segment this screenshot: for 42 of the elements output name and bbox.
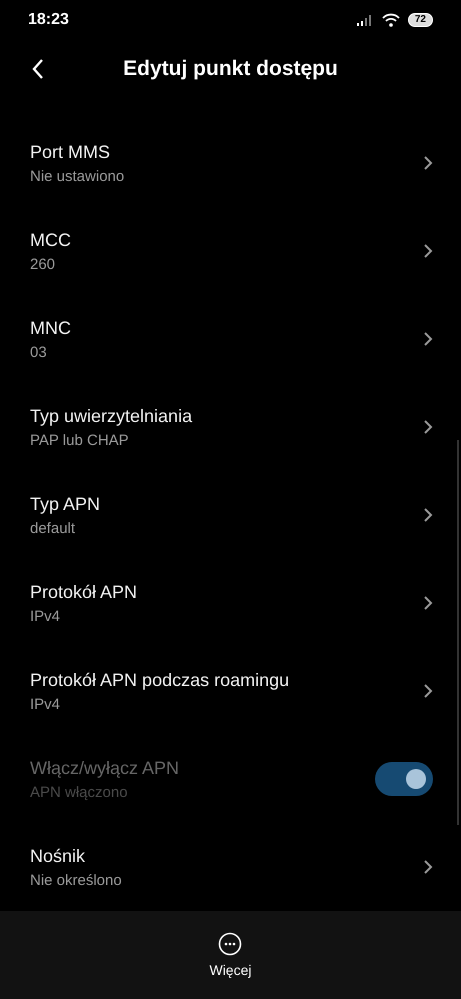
- settings-row[interactable]: Port MMS Nie ustawiono: [0, 119, 461, 208]
- chevron-icon: [423, 507, 433, 524]
- item-title: Włącz/wyłącz APN: [30, 758, 180, 779]
- item-title: MCC: [30, 230, 71, 251]
- page-title: Edytuj punkt dostępu: [123, 56, 338, 81]
- chevron-icon: [423, 419, 433, 436]
- item-title: Typ APN: [30, 494, 100, 515]
- item-value: Nie ustawiono: [30, 168, 124, 185]
- chevron-icon: [423, 595, 433, 612]
- settings-row[interactable]: Protokół APN IPv4: [0, 559, 461, 648]
- settings-row[interactable]: Typ APN default: [0, 471, 461, 560]
- item-value: PAP lub CHAP: [30, 432, 130, 449]
- item-value: 260: [30, 256, 56, 273]
- settings-row[interactable]: Typ uwierzytelniania PAP lub CHAP: [0, 383, 461, 472]
- chevron-icon: [423, 683, 433, 700]
- chevron-icon: [423, 243, 433, 260]
- chevron-icon: [423, 155, 433, 172]
- item-title: MNC: [30, 318, 71, 339]
- item-value: IPv4: [30, 608, 62, 625]
- item-value: 03: [30, 344, 48, 361]
- wifi-icon: [382, 12, 400, 27]
- item-value: default: [30, 520, 76, 537]
- back-icon[interactable]: [31, 58, 45, 80]
- item-title: Nośnik: [30, 846, 86, 867]
- more-icon: [218, 932, 242, 956]
- item-value: Nie określono: [30, 872, 122, 889]
- item-title: Port MMS: [30, 142, 112, 163]
- signal-icon: [356, 14, 374, 26]
- item-title: Typ uwierzytelniania: [30, 406, 192, 427]
- more-button[interactable]: Więcej: [201, 928, 260, 982]
- battery-indicator: 72: [408, 12, 433, 27]
- item-value: IPv4: [30, 696, 62, 713]
- settings-row[interactable]: Nośnik Nie określono: [0, 823, 461, 912]
- chevron-icon: [423, 859, 433, 876]
- settings-row[interactable]: Protokół APN podczas roamingu IPv4: [0, 647, 461, 736]
- settings-row[interactable]: MNC 03: [0, 295, 461, 384]
- settings-row[interactable]: MCC 260: [0, 207, 461, 296]
- item-value: APN włączono: [30, 784, 129, 801]
- item-title: Protokół APN podczas roamingu: [30, 670, 290, 691]
- status-time: 18:23: [28, 10, 69, 29]
- chevron-icon: [423, 331, 433, 348]
- item-title: Protokół APN: [30, 582, 138, 603]
